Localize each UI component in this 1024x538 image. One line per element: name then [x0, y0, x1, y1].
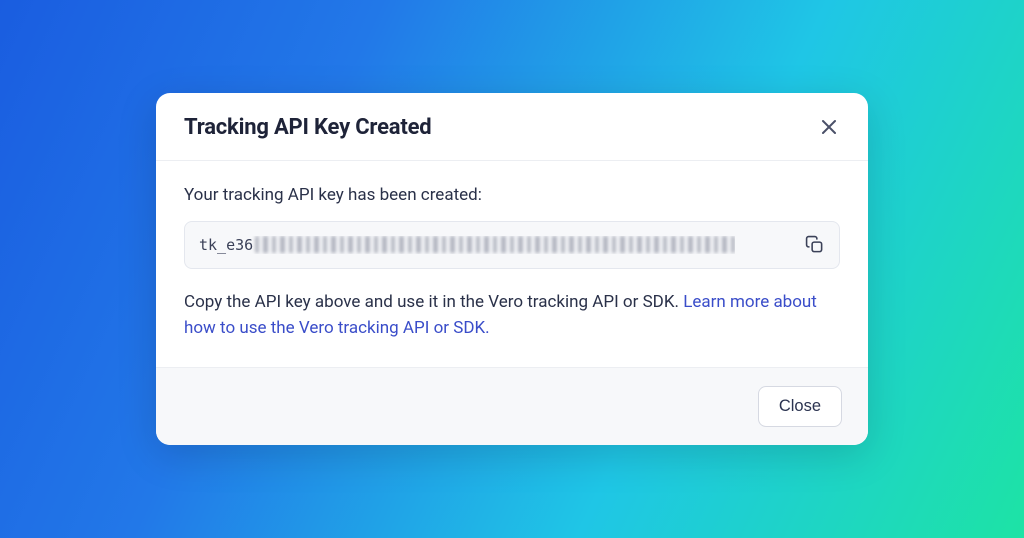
api-key-value: tk_e36	[199, 236, 735, 254]
api-key-field: tk_e36	[184, 221, 840, 269]
close-icon[interactable]	[818, 116, 840, 138]
modal-header: Tracking API Key Created	[156, 93, 868, 161]
modal-footer: Close	[156, 367, 868, 445]
close-button[interactable]: Close	[758, 386, 842, 427]
helper-text-static: Copy the API key above and use it in the…	[184, 292, 683, 312]
modal-title: Tracking API Key Created	[184, 115, 431, 140]
api-key-modal: Tracking API Key Created Your tracking A…	[156, 93, 868, 446]
modal-body: Your tracking API key has been created: …	[156, 161, 868, 368]
helper-text: Copy the API key above and use it in the…	[184, 289, 840, 342]
intro-text: Your tracking API key has been created:	[184, 185, 840, 205]
api-key-prefix: tk_e36	[199, 236, 253, 254]
copy-icon[interactable]	[803, 234, 825, 256]
api-key-obscured	[255, 236, 735, 253]
